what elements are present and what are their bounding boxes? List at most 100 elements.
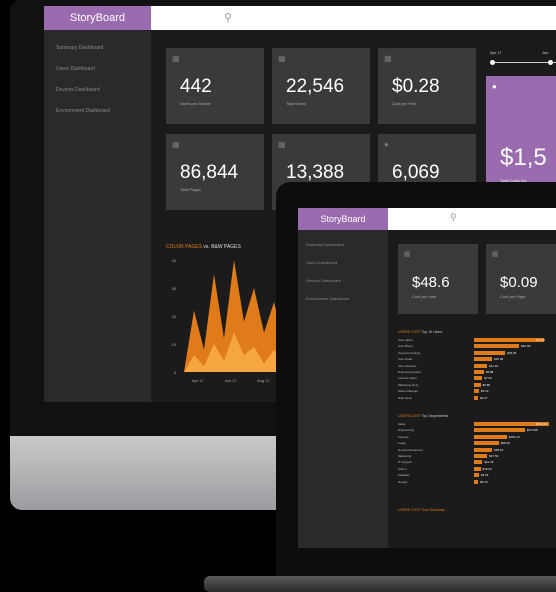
slider-handle-start[interactable] <box>490 60 495 65</box>
bar[interactable] <box>474 344 520 349</box>
kpi-card-cost-per-print[interactable]: ▦ $0.28 Cost per Print <box>378 48 476 124</box>
bar[interactable] <box>474 454 488 458</box>
top-departments-title: USERS COST Top Departments <box>398 414 448 418</box>
kpi-card-total-users[interactable]: ▦ 22,546 Total Users <box>272 48 370 124</box>
bar[interactable] <box>474 428 525 433</box>
kpi-value: 13,388 <box>286 162 345 183</box>
bar[interactable] <box>474 434 507 439</box>
bar[interactable] <box>474 473 479 478</box>
row-label: Admin <box>398 466 407 471</box>
kpi-card-cost-per-user[interactable]: ▦ $48.6 Cost per User <box>398 244 478 314</box>
kpi-card-total-pages[interactable]: ▦ 86,844 Total Pages <box>166 134 264 210</box>
row-label: Engineering <box>398 428 415 433</box>
laptop: StoryBoard ⚲ Summary Dashboard Users Das… <box>276 182 556 580</box>
nav-devices[interactable]: Devices Dashboard <box>44 80 151 101</box>
bar[interactable] <box>474 466 481 471</box>
section-title-b: Top Departments <box>420 414 449 418</box>
section-title-b: Top 10 Users <box>420 330 443 334</box>
kpi-label: Cost per User <box>412 294 437 299</box>
row-label: Jane Wheeler <box>398 363 417 368</box>
chart-title-b: vs. B&W PAGES <box>203 244 241 250</box>
laptop-base <box>204 576 556 592</box>
bar-value-label: $96.00 <box>500 441 510 446</box>
bar[interactable] <box>474 370 484 374</box>
savings-icon: ● <box>492 82 497 91</box>
bar[interactable] <box>474 357 493 362</box>
y-tick-label: 0 <box>174 370 177 375</box>
bar[interactable] <box>474 350 506 355</box>
kpi-value: $1,5 <box>500 144 547 171</box>
bar[interactable] <box>474 479 479 484</box>
row-label: Help Desk <box>398 395 412 400</box>
row-label: Keyword Analyst <box>398 350 421 355</box>
slider-handle-end[interactable] <box>548 60 553 65</box>
bar[interactable] <box>474 460 483 465</box>
bar-value-label: $18.66 <box>507 350 517 355</box>
chart-title-a: COLOR PAGES <box>166 244 203 250</box>
row-label: Sales <box>398 422 406 426</box>
range-end-label: Jan <box>542 50 549 55</box>
kpi-value: 22,546 <box>286 76 345 97</box>
kpi-label: Cost per Page <box>500 294 526 299</box>
nav-summary[interactable]: Summary Dashboard <box>44 38 151 59</box>
bar[interactable] <box>474 376 483 381</box>
kpi-card-total-costs-savings[interactable]: ● $1,5 Total Costs Sa... <box>486 76 556 188</box>
kpi-value: $0.28 <box>392 76 440 97</box>
nav-environment[interactable]: Environment Dashboard <box>298 290 388 308</box>
bar[interactable] <box>474 338 544 342</box>
bar[interactable] <box>474 363 488 368</box>
bar-value-label: $7.63 <box>484 376 492 381</box>
bar-value-label: $4.27 <box>480 395 488 400</box>
nav-users[interactable]: Users Dashboard <box>44 59 151 80</box>
device-icon: ▦ <box>172 54 180 63</box>
sidebar: Summary Dashboard Users Dashboard Device… <box>44 30 151 402</box>
search-icon[interactable]: ⚲ <box>450 212 457 223</box>
row-label: Sales Manager <box>398 389 419 394</box>
top-bar: StoryBoard ⚲ <box>44 6 556 30</box>
storyboard-logo[interactable]: StoryBoard <box>44 6 151 30</box>
search-icon[interactable]: ⚲ <box>224 11 232 24</box>
storyboard-logo[interactable]: StoryBoard <box>298 208 388 230</box>
kpi-card-users-per-device[interactable]: ▦ 442 Users per Device <box>166 48 264 124</box>
kpi-value: 6,069 <box>392 162 440 183</box>
chart-title: COLOR PAGES vs. B&W PAGES <box>166 244 241 250</box>
kpi-value: 442 <box>180 76 212 97</box>
bar-value-label: $9.88 <box>485 370 494 374</box>
bar-value-label: $181.23 <box>508 434 520 439</box>
row-label: Legal <box>398 441 406 446</box>
x-tick-label: Aug 17 <box>257 378 270 383</box>
bar[interactable] <box>474 447 493 452</box>
y-tick-label: 40 <box>172 258 177 263</box>
section-title-a: USERS COST <box>398 414 421 418</box>
page-icon: ▦ <box>278 140 286 149</box>
kpi-card-cost-per-page[interactable]: ▦ $0.09 Cost per Page <box>486 244 556 314</box>
kpi-value: 86,844 <box>180 162 239 183</box>
bar[interactable] <box>474 441 499 446</box>
laptop-bezel: StoryBoard ⚲ Summary Dashboard Users Das… <box>276 182 556 580</box>
row-label: Finance <box>398 434 409 439</box>
row-label: IT Support <box>398 460 412 465</box>
bar-value-label: $47.50 <box>489 454 499 458</box>
pages-icon: ▦ <box>172 140 180 149</box>
nav-summary[interactable]: Summary Dashboard <box>298 236 388 254</box>
bar-value-label: $274.88 <box>526 428 538 433</box>
row-label: User Bravo <box>398 344 414 349</box>
nav-environment[interactable]: Environment Dashboard <box>44 101 151 122</box>
nav-devices[interactable]: Devices Dashboard <box>298 272 388 290</box>
bar-value-label: $21.36 <box>484 460 494 465</box>
bar[interactable] <box>474 395 479 400</box>
laptop-screen: StoryBoard ⚲ Summary Dashboard Users Das… <box>298 208 556 548</box>
kpi-label: Users per Device <box>180 101 211 106</box>
top-users-title: USERS COST Top 10 Users <box>398 330 442 334</box>
row-label: Marketing Dept <box>398 382 419 387</box>
bar-value-label: $72.00 <box>536 338 546 342</box>
row-label: User Alpha <box>398 338 413 342</box>
bar[interactable] <box>474 382 481 387</box>
bar[interactable] <box>474 389 479 394</box>
nav-users[interactable]: Users Dashboard <box>298 254 388 272</box>
slider-track[interactable] <box>490 62 556 63</box>
row-label: Finance Team <box>398 376 417 381</box>
date-range-slider[interactable]: Apr 17 Jan <box>490 50 556 70</box>
y-tick-label: 20 <box>172 314 177 319</box>
kpi-label: Total Pages <box>180 187 201 192</box>
